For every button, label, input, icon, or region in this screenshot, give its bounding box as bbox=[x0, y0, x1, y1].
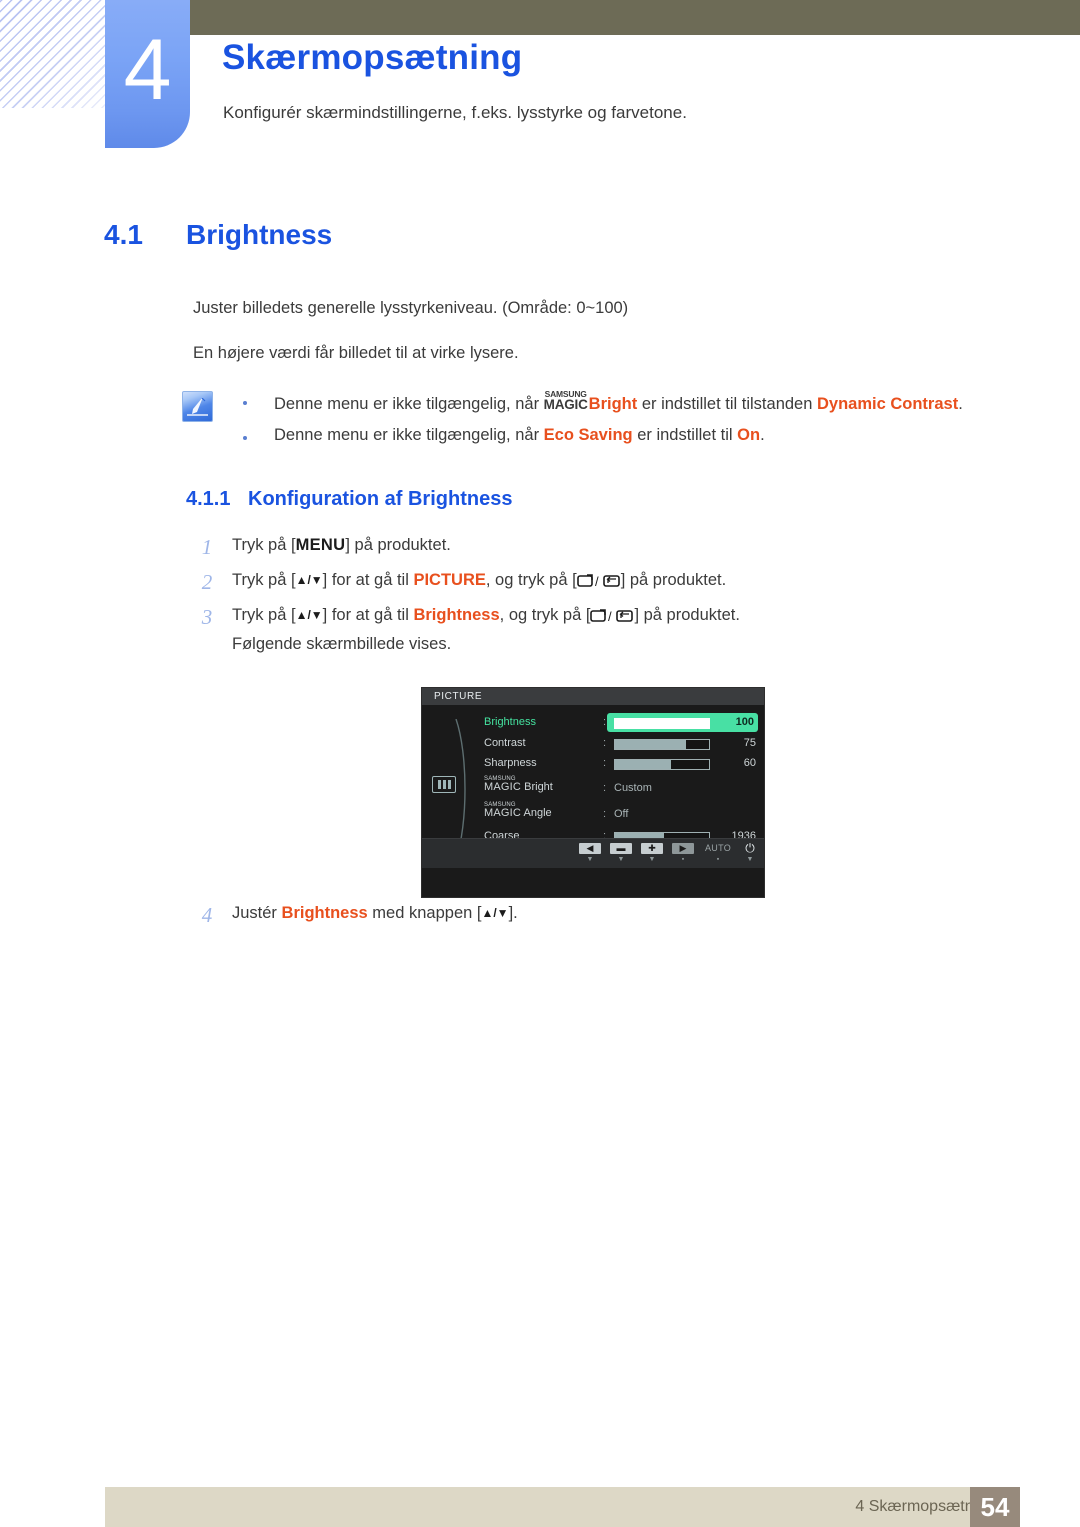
auto-key[interactable]: AUTO ▪ bbox=[703, 843, 733, 864]
minus-key-sub: ▼ bbox=[617, 856, 625, 863]
procedure-step-list: 1 Tryk på [MENU] på produktet. 2 Tryk på… bbox=[196, 535, 1016, 655]
chapter-number-tab: 4 bbox=[105, 0, 190, 148]
step-number: 2 bbox=[201, 570, 213, 594]
osd-row-value: Off bbox=[614, 807, 629, 820]
right-key[interactable]: ▶ ▪ bbox=[672, 843, 694, 864]
note-bullet-text-2: Denne menu er ikke tilgængelig, når Eco … bbox=[274, 425, 765, 444]
updown-arrows-icon: ▲/▼ bbox=[295, 608, 323, 622]
right-key-sub: ▪ bbox=[681, 856, 685, 863]
magic-logo-note: SAMSUNG MAGIC bbox=[543, 389, 588, 412]
section-paragraph-2: En højere værdi får billedet til at virk… bbox=[193, 344, 519, 362]
step-number: 3 bbox=[201, 605, 213, 629]
svg-text:/: / bbox=[608, 609, 612, 623]
svg-text:/: / bbox=[595, 574, 599, 588]
osd-row-label: SAMSUNG MAGIC Bright bbox=[484, 775, 553, 793]
magic-logo-osd: SAMSUNG MAGIC bbox=[484, 801, 522, 819]
updown-arrows-icon: ▲/▼ bbox=[481, 906, 509, 920]
osd-slider[interactable] bbox=[614, 738, 710, 750]
osd-row-brightness[interactable]: Brightness : 100 bbox=[480, 713, 758, 735]
section-title: Brightness bbox=[186, 219, 333, 250]
osd-row-contrast[interactable]: Contrast : 75 bbox=[480, 735, 758, 756]
step-number: 1 bbox=[201, 535, 213, 559]
magic-logo-osd: SAMSUNG MAGIC bbox=[484, 775, 522, 793]
note-bullet-list: Denne menu er ikke tilgængelig, når SAMS… bbox=[243, 390, 1043, 455]
osd-colon: : bbox=[603, 736, 607, 749]
osd-row-value: 75 bbox=[743, 736, 756, 749]
left-key[interactable]: ◀ ▼ bbox=[579, 843, 601, 864]
minus-key[interactable]: ▬ ▼ bbox=[610, 843, 632, 864]
bullet-dot-icon bbox=[243, 435, 247, 440]
osd-row-label: Brightness bbox=[484, 716, 536, 728]
auto-key-sub: ▪ bbox=[716, 856, 720, 863]
power-key-sub: ▼ bbox=[746, 856, 754, 863]
step-number: 4 bbox=[201, 903, 213, 927]
osd-colon: : bbox=[603, 781, 607, 794]
osd-slider[interactable] bbox=[614, 759, 710, 771]
procedure-step: 4 Justér Brightness med knappen [▲/▼]. bbox=[196, 903, 796, 938]
minus-key-icon: ▬ bbox=[610, 843, 632, 854]
osd-body: Brightness : 100 Contrast : 75 Sharpness… bbox=[422, 705, 764, 868]
chapter-number: 4 bbox=[123, 22, 172, 118]
procedure-step: 1 Tryk på [MENU] på produktet. bbox=[196, 535, 1016, 569]
step-text: Tryk på [▲/▼] for at gå til Brightness, … bbox=[196, 605, 1016, 626]
step-text: Tryk på [MENU] på produktet. bbox=[232, 536, 451, 554]
note-pen-icon bbox=[182, 391, 213, 422]
note-bullet-item: Denne menu er ikke tilgængelig, når SAMS… bbox=[243, 390, 1043, 415]
step-text: Justér Brightness med knappen [▲/▼]. bbox=[232, 904, 518, 922]
plus-key-icon: ✚ bbox=[641, 843, 663, 854]
osd-row-label: SAMSUNG MAGIC Angle bbox=[484, 801, 552, 819]
chapter-subtitle: Konfigurér skærmindstillingerne, f.eks. … bbox=[223, 103, 687, 122]
subsection-title: Konfiguration af Brightness bbox=[248, 488, 513, 510]
picture-category-icon bbox=[432, 776, 456, 793]
step-subtext: Følgende skærmbillede vises. bbox=[232, 635, 452, 654]
osd-colon: : bbox=[603, 807, 607, 820]
osd-row-sharpness[interactable]: Sharpness : 60 bbox=[480, 755, 758, 776]
osd-row-label: Sharpness bbox=[484, 757, 537, 770]
section-number: 4.1 bbox=[104, 219, 143, 250]
osd-picture-menu: PICTURE Brightness : 100 Contrast : 75 S… bbox=[421, 687, 765, 898]
chapter-title: Skærmopsætning bbox=[222, 38, 523, 77]
osd-colon: : bbox=[603, 716, 607, 728]
osd-slider[interactable] bbox=[614, 718, 710, 729]
section-paragraph-1: Juster billedets generelle lysstyrkenive… bbox=[193, 299, 629, 317]
right-key-icon: ▶ bbox=[672, 843, 694, 854]
note-bullet-text-1: Denne menu er ikke tilgængelig, når SAMS… bbox=[274, 389, 963, 413]
osd-row-value: 100 bbox=[735, 716, 754, 728]
bullet-dot-icon bbox=[243, 401, 247, 405]
step-text: Tryk på [▲/▼] for at gå til PICTURE, og … bbox=[196, 570, 1016, 591]
osd-row-label: Contrast bbox=[484, 736, 526, 749]
procedure-step: 2 Tryk på [▲/▼] for at gå til PICTURE, o… bbox=[196, 570, 1016, 604]
plus-key[interactable]: ✚ ▼ bbox=[641, 843, 663, 864]
source-enter-key-icon: / bbox=[590, 608, 634, 629]
subsection-number: 4.1.1 bbox=[186, 488, 231, 510]
updown-arrows-icon: ▲/▼ bbox=[295, 573, 323, 587]
source-enter-key-icon: / bbox=[576, 573, 621, 594]
header-olive-band bbox=[190, 0, 1080, 35]
osd-row-value: 60 bbox=[743, 757, 756, 770]
osd-row-value: Custom bbox=[614, 781, 652, 794]
procedure-step: 3 Tryk på [▲/▼] for at gå til Brightness… bbox=[196, 605, 1016, 654]
osd-key-list: ◀ ▼ ▬ ▼ ✚ ▼ ▶ ▪ AUTO ▪ ⏻ ▼ bbox=[579, 841, 758, 864]
osd-row-magicbright[interactable]: SAMSUNG MAGIC Bright : Custom bbox=[480, 776, 758, 802]
osd-key-guide: ◀ ▼ ▬ ▼ ✚ ▼ ▶ ▪ AUTO ▪ ⏻ ▼ bbox=[422, 838, 764, 868]
osd-colon: : bbox=[603, 757, 607, 770]
left-key-icon: ◀ bbox=[579, 843, 601, 854]
plus-key-sub: ▼ bbox=[648, 856, 656, 863]
power-icon: ⏻ bbox=[745, 841, 755, 855]
osd-title: PICTURE bbox=[422, 688, 764, 705]
note-bullet-item: Denne menu er ikke tilgængelig, når Eco … bbox=[243, 425, 1043, 446]
menu-key-label: MENU bbox=[295, 536, 346, 554]
osd-row-magicangle[interactable]: SAMSUNG MAGIC Angle : Off bbox=[480, 802, 758, 828]
document-page: 4 Skærmopsætning Konfigurér skærmindstil… bbox=[0, 0, 1080, 1527]
left-key-sub: ▼ bbox=[586, 856, 594, 863]
page-number: 54 bbox=[970, 1487, 1020, 1527]
auto-key-label: AUTO bbox=[704, 843, 732, 853]
power-key[interactable]: ⏻ ▼ bbox=[742, 841, 758, 864]
